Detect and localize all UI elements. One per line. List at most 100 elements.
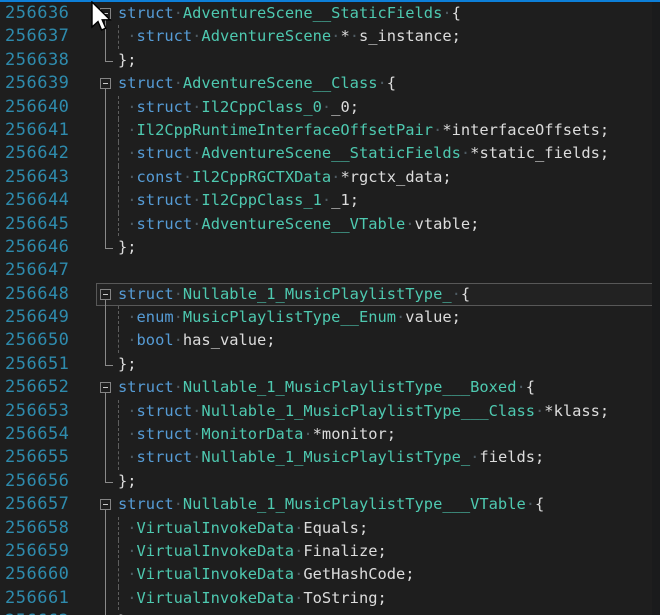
code-text[interactable]: ·VirtualInvokeData·Finalize; [118,540,660,563]
fold-margin[interactable] [96,283,118,306]
code-text[interactable]: }; [118,470,660,493]
code-line[interactable]: 256648struct·Nullable_1_MusicPlaylistTyp… [0,283,660,306]
fold-margin[interactable] [96,540,118,563]
line-number[interactable]: 256636 [0,2,96,25]
line-number[interactable]: 256655 [0,446,96,469]
code-text[interactable]: } [118,610,660,615]
fold-margin[interactable] [96,610,118,615]
code-line[interactable]: 256649 ·enum·MusicPlaylistType__Enum·valu… [0,306,660,329]
line-number[interactable]: 256649 [0,306,96,329]
line-number[interactable]: 256654 [0,423,96,446]
code-line[interactable]: 256651}; [0,353,660,376]
code-text[interactable]: }; [118,353,660,376]
code-line[interactable]: 256646}; [0,236,660,259]
code-text[interactable]: ·struct·AdventureScene·*·s_instance; [118,25,660,48]
line-number[interactable]: 256648 [0,283,96,306]
fold-margin[interactable] [96,587,118,610]
code-line[interactable]: 256660 ·VirtualInvokeData·GetHashCode; [0,563,660,586]
line-number[interactable]: 256638 [0,49,96,72]
code-text[interactable]: ·VirtualInvokeData·Equals; [118,517,660,540]
fold-margin[interactable] [96,423,118,446]
line-number[interactable]: 256646 [0,236,96,259]
code-text[interactable]: ·enum·MusicPlaylistType__Enum·value; [118,306,660,329]
fold-margin[interactable] [96,96,118,119]
line-number[interactable]: 256660 [0,563,96,586]
code-line[interactable]: 256650 ·bool·has_value; [0,329,660,352]
editor-pane[interactable]: 256636 struct·AdventureScene__StaticField… [0,2,660,615]
code-text[interactable]: ·const·Il2CppRGCTXData·*rgctx_data; [118,166,660,189]
fold-margin[interactable] [96,306,118,329]
code-line[interactable]: 256641·Il2CppRuntimeInterfaceOffsetPair·… [0,119,660,142]
fold-margin[interactable] [96,49,118,72]
line-number[interactable]: 256642 [0,142,96,165]
code-text[interactable]: ·struct·AdventureScene__VTable·vtable; [118,213,660,236]
fold-margin[interactable] [96,446,118,469]
code-line[interactable]: 256653 ·struct·Nullable_1_MusicPlaylistTy… [0,400,660,423]
code-line[interactable]: 256643 ·const·Il2CppRGCTXData·*rgctx_data… [0,166,660,189]
code-text[interactable]: ·struct·AdventureScene__StaticFields·*st… [118,142,660,165]
code-line[interactable]: 256638}; [0,49,660,72]
fold-collapse-button[interactable] [100,499,111,510]
fold-margin[interactable] [96,119,118,142]
code-line[interactable]: 256657 struct·Nullable_1_MusicPlaylistTyp… [0,493,660,516]
code-line[interactable]: 256644 ·struct·Il2CppClass_1·_1; [0,189,660,212]
fold-margin[interactable] [96,189,118,212]
line-number[interactable]: 256657 [0,493,96,516]
code-line[interactable]: 256659 ·VirtualInvokeData·Finalize; [0,540,660,563]
fold-margin[interactable] [96,72,118,95]
code-text[interactable]: ·struct·MonitorData·*monitor; [118,423,660,446]
fold-margin[interactable] [96,376,118,399]
fold-margin[interactable] [96,236,118,259]
code-line[interactable]: 256640·struct·Il2CppClass_0·_0; [0,96,660,119]
line-number[interactable]: 256645 [0,213,96,236]
line-number[interactable]: 256647 [0,259,96,282]
line-number[interactable]: 256639 [0,72,96,95]
fold-margin[interactable] [96,259,118,282]
fold-margin[interactable] [96,517,118,540]
line-number[interactable]: 256651 [0,353,96,376]
line-number[interactable]: 256637 [0,25,96,48]
line-number[interactable]: 256650 [0,329,96,352]
code-text[interactable]: ·struct·Nullable_1_MusicPlaylistType___C… [118,400,660,423]
code-text[interactable] [118,259,660,282]
code-text[interactable]: struct·AdventureScene__StaticFields·{ [118,2,660,25]
fold-margin[interactable] [96,166,118,189]
code-line[interactable]: 256645 ·struct·AdventureScene__VTable·vta… [0,213,660,236]
fold-margin[interactable] [96,400,118,423]
code-text[interactable]: struct·AdventureScene__Class·{ [118,72,660,95]
line-number[interactable]: 256640 [0,96,96,119]
code-text[interactable]: struct·Nullable_1_MusicPlaylistType___Bo… [118,376,660,399]
code-text[interactable]: ·struct·Il2CppClass_1·_1; [118,189,660,212]
code-line[interactable]: 256642 ·struct·AdventureScene__StaticFiel… [0,142,660,165]
code-text[interactable]: ·VirtualInvokeData·ToString; [118,587,660,610]
line-number[interactable]: 256653 [0,400,96,423]
code-text[interactable]: }; [118,236,660,259]
code-line[interactable]: 256639 struct·AdventureScene__Class·{ [0,72,660,95]
fold-margin[interactable] [96,493,118,516]
line-number[interactable]: 256656 [0,470,96,493]
line-number[interactable]: 256644 [0,189,96,212]
code-text[interactable]: ·Il2CppRuntimeInterfaceOffsetPair·*inter… [118,119,660,142]
fold-collapse-button[interactable] [100,289,111,300]
code-line[interactable]: 256652 struct·Nullable_1_MusicPlaylistTyp… [0,376,660,399]
code-line[interactable]: 256654 ·struct·MonitorData·*monitor; [0,423,660,446]
code-text[interactable]: ·VirtualInvokeData·GetHashCode; [118,563,660,586]
code-line[interactable]: 256661 ·VirtualInvokeData·ToString; [0,587,660,610]
line-number[interactable]: 256643 [0,166,96,189]
code-line[interactable]: 256655 ·struct·Nullable_1_MusicPlaylistTy… [0,446,660,469]
line-number[interactable]: 256661 [0,587,96,610]
fold-margin[interactable] [96,213,118,236]
fold-margin[interactable] [96,142,118,165]
code-text[interactable]: ·struct·Nullable_1_MusicPlaylistType_·fi… [118,446,660,469]
code-line[interactable]: 256662} [0,610,660,615]
line-number[interactable]: 256652 [0,376,96,399]
code-line[interactable]: 256658·VirtualInvokeData·Equals; [0,517,660,540]
fold-collapse-button[interactable] [100,78,111,89]
code-text[interactable]: ·bool·has_value; [118,329,660,352]
fold-margin[interactable] [96,329,118,352]
code-text[interactable]: struct·Nullable_1_MusicPlaylistType___VT… [118,493,660,516]
code-text[interactable]: }; [118,49,660,72]
line-number[interactable]: 256659 [0,540,96,563]
fold-margin[interactable] [96,470,118,493]
line-number[interactable]: 256662 [0,610,96,615]
